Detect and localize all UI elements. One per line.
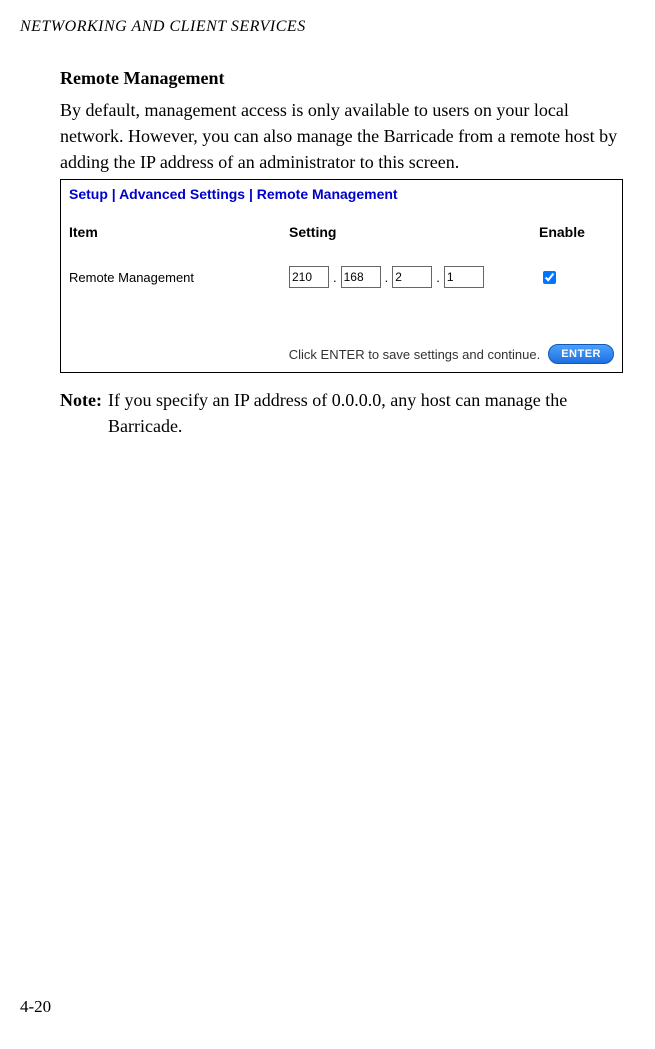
- ip-octet-3[interactable]: [392, 266, 432, 288]
- setting-row: Remote Management . . .: [69, 266, 614, 344]
- column-headers: Item Setting Enable: [69, 224, 614, 266]
- page-header: NETWORKING AND CLIENT SERVICES: [0, 0, 655, 36]
- section-title: Remote Management: [60, 68, 623, 89]
- body-paragraph: By default, management access is only av…: [60, 97, 623, 175]
- note-text: If you specify an IP address of 0.0.0.0,…: [108, 387, 623, 439]
- header-setting: Setting: [289, 224, 539, 240]
- page-number: 4-20: [20, 997, 51, 1017]
- dot-sep: .: [329, 270, 341, 285]
- footer-text: Click ENTER to save settings and continu…: [289, 347, 540, 362]
- main-content: Remote Management By default, management…: [0, 36, 655, 439]
- enable-cell: [539, 268, 614, 287]
- breadcrumb: Setup | Advanced Settings | Remote Manag…: [69, 186, 614, 224]
- enable-checkbox[interactable]: [543, 271, 556, 284]
- ip-octet-4[interactable]: [444, 266, 484, 288]
- note-block: Note: If you specify an IP address of 0.…: [60, 387, 623, 439]
- header-item: Item: [69, 224, 289, 240]
- ip-fields: . . .: [289, 266, 539, 288]
- dot-sep: .: [381, 270, 393, 285]
- dot-sep: .: [432, 270, 444, 285]
- note-label: Note:: [60, 387, 108, 439]
- screenshot-footer: Click ENTER to save settings and continu…: [69, 344, 614, 364]
- ip-octet-2[interactable]: [341, 266, 381, 288]
- settings-screenshot: Setup | Advanced Settings | Remote Manag…: [60, 179, 623, 373]
- enter-button[interactable]: ENTER: [548, 344, 614, 364]
- row-label: Remote Management: [69, 270, 289, 285]
- header-enable: Enable: [539, 224, 614, 240]
- ip-octet-1[interactable]: [289, 266, 329, 288]
